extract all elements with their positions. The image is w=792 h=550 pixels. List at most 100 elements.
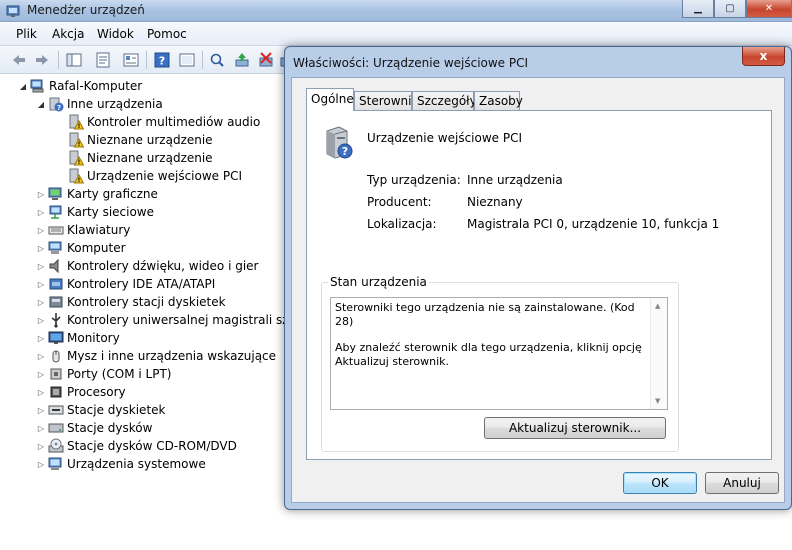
- device-status-textbox[interactable]: Sterowniki tego urządzenia nie są zainst…: [330, 297, 668, 410]
- tree-node-label: Inne urządzenia: [67, 97, 163, 111]
- tree-node[interactable]: ▷ Stacje dyskietek: [36, 401, 166, 419]
- location-label: Lokalizacja:: [367, 217, 437, 231]
- expand-arrow-icon[interactable]: ▷: [36, 442, 46, 451]
- computer-icon: [48, 241, 62, 254]
- tree-node[interactable]: ▷ Monitory: [36, 329, 120, 347]
- details-button[interactable]: [122, 51, 140, 69]
- dialog-title: Właściwości: Urządzenie wejściowe PCI: [293, 56, 529, 70]
- tree-node[interactable]: ▷ Karty graficzne: [36, 185, 158, 203]
- svg-text:?: ?: [342, 145, 348, 158]
- toolbar-separator: [202, 51, 203, 69]
- tree-node-label: Urządzenia systemowe: [67, 457, 206, 471]
- tree-node[interactable]: ◢? Inne urządzenia: [36, 95, 163, 113]
- cancel-button[interactable]: Anuluj: [705, 472, 779, 494]
- close-button[interactable]: ✕: [746, 0, 792, 18]
- expand-arrow-icon[interactable]: ▷: [36, 190, 46, 199]
- scroll-down-icon[interactable]: ▼: [655, 397, 660, 405]
- status-line-1: Sterowniki tego urządzenia nie są zainst…: [335, 301, 635, 328]
- tree-node[interactable]: Nieznane urządzenie: [56, 149, 213, 167]
- tab-details[interactable]: Szczegóły: [412, 91, 477, 110]
- expand-arrow-icon[interactable]: ▷: [36, 460, 46, 469]
- menu-akcja[interactable]: Akcja: [52, 27, 84, 41]
- tree-node[interactable]: ▷ Urządzenia systemowe: [36, 455, 206, 473]
- update-driver-button[interactable]: Aktualizuj sterownik...: [484, 417, 666, 439]
- floppy-drive-icon: [48, 405, 64, 415]
- dialog-close-button[interactable]: x: [742, 47, 785, 66]
- toolbar-separator: [58, 51, 59, 69]
- expand-arrow-icon[interactable]: ▷: [36, 370, 46, 379]
- forward-button[interactable]: [33, 51, 51, 69]
- tree-node[interactable]: ▷ Klawiatury: [36, 221, 130, 239]
- dialog-body: Ogólne Sterownik Szczegóły Zasoby ? Urzą…: [291, 77, 785, 503]
- expand-arrow-icon[interactable]: ▷: [36, 388, 46, 397]
- status-line-2: Aby znaleźć sterownik dla tego urządzeni…: [335, 341, 642, 368]
- ide-controller-icon: [49, 278, 63, 290]
- properties-button[interactable]: [94, 51, 112, 69]
- back-arrow-icon: [13, 55, 25, 65]
- menu-widok[interactable]: Widok: [97, 27, 134, 41]
- tree-node[interactable]: ▷ Procesory: [36, 383, 126, 401]
- back-button[interactable]: [10, 51, 28, 69]
- scan-hardware-icon: [210, 53, 224, 67]
- computer-icon: [30, 79, 44, 93]
- display-adapter-icon: [48, 187, 62, 200]
- collapse-arrow-icon[interactable]: ◢: [36, 100, 46, 109]
- collapse-arrow-icon[interactable]: ◢: [18, 82, 28, 91]
- usb-icon: [51, 313, 61, 328]
- minimize-button[interactable]: ▁: [682, 0, 714, 18]
- menu-pomoc[interactable]: Pomoc: [147, 27, 187, 41]
- tab-general[interactable]: Ogólne: [306, 88, 354, 111]
- expand-arrow-icon[interactable]: ▷: [36, 262, 46, 271]
- expand-arrow-icon[interactable]: ▷: [36, 244, 46, 253]
- toolbar-separator: [146, 51, 147, 69]
- tree-node[interactable]: ▷ Kontrolery stacji dyskietek: [36, 293, 226, 311]
- device-tree[interactable]: ◢ Rafal-Komputer ◢? Inne urządzenia Kontro…: [0, 75, 290, 550]
- menu-bar: Plik Akcja Widok Pomoc: [0, 22, 792, 46]
- warning-device-icon: [69, 168, 84, 184]
- tree-node[interactable]: Nieznane urządzenie: [56, 131, 213, 149]
- status-scrollbar[interactable]: ▲ ▼: [650, 298, 667, 409]
- scroll-up-icon[interactable]: ▲: [655, 302, 660, 310]
- tree-node[interactable]: ▷ Kontrolery dźwięku, wideo i gier: [36, 257, 258, 275]
- scan-hardware-button[interactable]: [208, 51, 226, 69]
- tree-node[interactable]: ▷ Karty sieciowe: [36, 203, 154, 221]
- tree-node[interactable]: ▷ Kontrolery uniwersalnej magistrali szer…: [36, 311, 290, 329]
- expand-arrow-icon[interactable]: ▷: [36, 406, 46, 415]
- tree-node[interactable]: ▷ Kontrolery IDE ATA/ATAPI: [36, 275, 215, 293]
- maximize-button[interactable]: ▢: [714, 0, 746, 18]
- help-button[interactable]: ?: [153, 51, 171, 69]
- tree-root[interactable]: ◢ Rafal-Komputer: [18, 77, 142, 95]
- tree-node[interactable]: Kontroler multimediów audio: [56, 113, 260, 131]
- speaker-icon: [49, 258, 59, 274]
- expand-arrow-icon[interactable]: ▷: [36, 208, 46, 217]
- ok-button[interactable]: OK: [623, 472, 697, 494]
- device-status-text: Sterowniki tego urządzenia nie są zainst…: [335, 301, 645, 381]
- expand-arrow-icon[interactable]: ▷: [36, 424, 46, 433]
- tab-resources[interactable]: Zasoby: [474, 91, 523, 110]
- tree-node-label: Karty graficzne: [67, 187, 158, 201]
- tree-node-label: Mysz i inne urządzenia wskazujące: [67, 349, 277, 363]
- tree-node[interactable]: ▷ Porty (COM i LPT): [36, 365, 172, 383]
- console-tree-button[interactable]: [65, 51, 83, 69]
- uninstall-button[interactable]: [257, 51, 275, 69]
- view-button[interactable]: [178, 51, 196, 69]
- tree-node[interactable]: Urządzenie wejściowe PCI: [56, 167, 242, 185]
- help-icon: ?: [154, 52, 170, 68]
- tree-node[interactable]: ▷ Komputer: [36, 239, 126, 257]
- expand-arrow-icon[interactable]: ▷: [36, 352, 46, 361]
- expand-arrow-icon[interactable]: ▷: [36, 226, 46, 235]
- expand-arrow-icon[interactable]: ▷: [36, 280, 46, 289]
- expand-arrow-icon[interactable]: ▷: [36, 316, 46, 325]
- menu-plik[interactable]: Plik: [16, 27, 37, 41]
- svg-text:?: ?: [57, 104, 61, 112]
- tree-node[interactable]: ▷ Stacje dysków CD-ROM/DVD: [36, 437, 237, 455]
- expand-arrow-icon[interactable]: ▷: [36, 298, 46, 307]
- window-controls: ▁ ▢ ✕: [682, 0, 792, 18]
- tree-node-label: Klawiatury: [67, 223, 131, 237]
- tree-node[interactable]: ▷ Mysz i inne urządzenia wskazujące: [36, 347, 276, 365]
- tree-node[interactable]: ▷ Stacje dysków: [36, 419, 153, 437]
- network-adapter-icon: [49, 205, 62, 219]
- update-driver-button[interactable]: [233, 51, 251, 69]
- expand-arrow-icon[interactable]: ▷: [36, 334, 46, 343]
- tab-driver[interactable]: Sterownik: [354, 91, 418, 110]
